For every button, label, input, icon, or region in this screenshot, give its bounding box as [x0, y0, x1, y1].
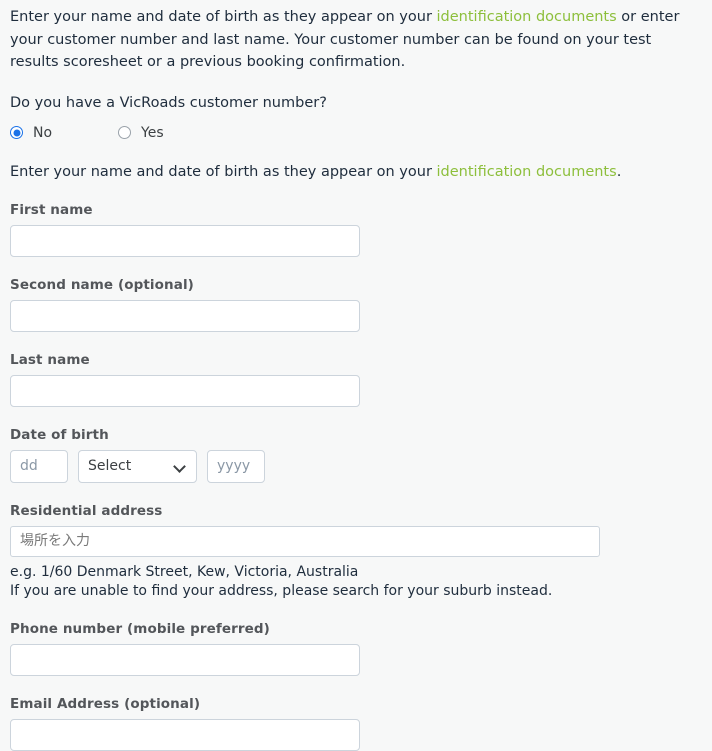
date-of-birth-month-select[interactable]: Select [78, 449, 197, 483]
radio-yes-label: Yes [141, 124, 164, 141]
phone-number-input[interactable] [10, 643, 360, 676]
residential-address-field-group: Residential address e.g. 1/60 Denmark St… [10, 483, 702, 601]
second-name-input[interactable] [10, 299, 360, 332]
last-name-input[interactable] [10, 374, 360, 407]
customer-number-question-label: Do you have a VicRoads customer number? [10, 94, 327, 111]
phone-number-label: Phone number (mobile preferred) [10, 620, 270, 637]
first-name-field-group: First name [10, 182, 702, 257]
identification-documents-link-2[interactable]: identification documents [437, 164, 617, 180]
identification-documents-link[interactable]: identification documents [437, 9, 617, 25]
intro-paragraph: Enter your name and date of birth as the… [10, 0, 702, 74]
phone-number-field-group: Phone number (mobile preferred) [10, 601, 702, 676]
first-name-label: First name [10, 201, 93, 218]
intro-text-before-link: Enter your name and date of birth as the… [10, 9, 437, 25]
second-name-field-group: Second name (optional) [10, 257, 702, 332]
radio-option-yes[interactable]: Yes [118, 125, 164, 141]
first-name-input[interactable] [10, 224, 360, 257]
identity-form-page: Enter your name and date of birth as the… [0, 0, 712, 751]
date-of-birth-label: Date of birth [10, 426, 109, 443]
last-name-label: Last name [10, 351, 90, 368]
customer-number-radio-group: No Yes [10, 113, 702, 141]
intro2-text-before-link: Enter your name and date of birth as the… [10, 163, 437, 180]
email-address-input[interactable] [10, 718, 360, 751]
residential-address-hint-example: e.g. 1/60 Denmark Street, Kew, Victoria,… [10, 563, 359, 580]
radio-yes-indicator[interactable] [118, 126, 132, 139]
last-name-field-group: Last name [10, 332, 702, 407]
email-address-label: Email Address (optional) [10, 695, 201, 712]
identity-instruction-paragraph: Enter your name and date of birth as the… [10, 141, 702, 182]
radio-option-no[interactable]: No [10, 125, 52, 141]
email-address-field-group: Email Address (optional) [10, 676, 702, 751]
date-of-birth-month-wrapper: Select [78, 449, 197, 483]
date-of-birth-field-group: Date of birth Select [10, 407, 702, 483]
residential-address-hint-suburb: If you are unable to find your address, … [10, 582, 553, 599]
residential-address-label: Residential address [10, 502, 163, 519]
radio-no-indicator[interactable] [10, 126, 23, 139]
residential-address-input[interactable] [10, 525, 600, 557]
second-name-label: Second name (optional) [10, 276, 194, 293]
date-of-birth-day-input[interactable] [10, 449, 68, 483]
date-of-birth-year-input[interactable] [207, 449, 265, 483]
intro2-text-after-link: . [616, 163, 622, 180]
radio-no-label: No [33, 124, 53, 141]
date-of-birth-inputs: Select [10, 449, 702, 483]
